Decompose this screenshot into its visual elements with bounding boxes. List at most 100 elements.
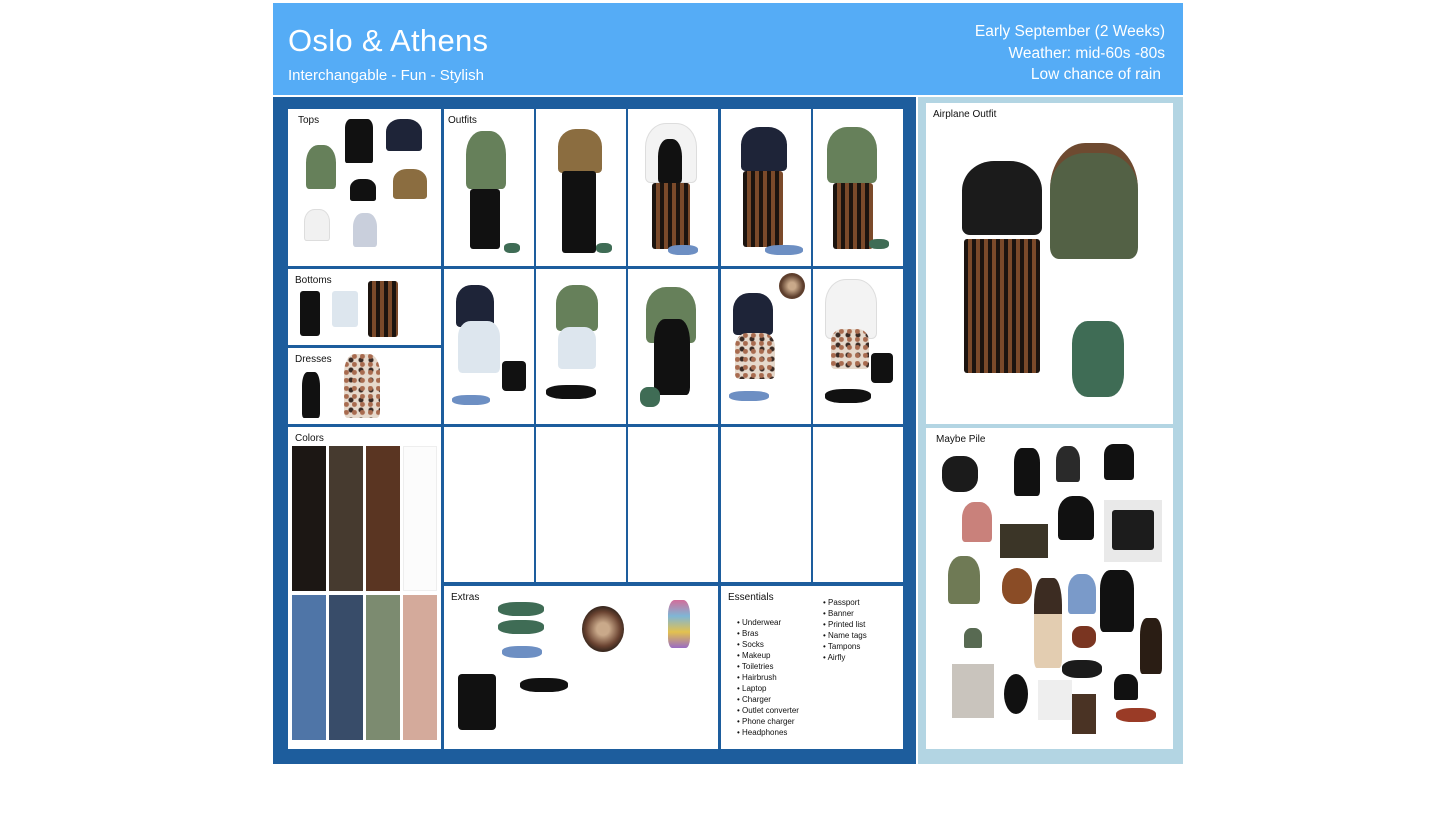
- outfit-card[interactable]: [628, 269, 718, 424]
- airplane-outfit-panel: Airplane Outfit: [926, 103, 1173, 424]
- floral-dress-item[interactable]: [344, 354, 380, 418]
- green-jacket-item[interactable]: [1050, 143, 1138, 259]
- trip-rain: Low chance of rain: [1030, 66, 1161, 83]
- black-tee-item[interactable]: [962, 161, 1042, 235]
- empty-outfit-slot[interactable]: [813, 427, 903, 582]
- sneaker-item: [596, 243, 612, 253]
- sneaker-item[interactable]: [498, 620, 544, 634]
- black-tank-item[interactable]: [345, 119, 373, 163]
- essentials-list-right: Passport Banner Printed list Name tags T…: [823, 597, 867, 663]
- empty-outfit-slot[interactable]: [628, 427, 718, 582]
- black-dress-item[interactable]: [1014, 448, 1040, 496]
- green-shirt-item[interactable]: [306, 145, 336, 189]
- essential-item: Hairbrush: [737, 672, 799, 683]
- black-pants-item: [562, 171, 596, 253]
- black-flats-item[interactable]: [520, 678, 568, 692]
- round-bag-item[interactable]: [1004, 674, 1028, 714]
- photo-item[interactable]: [1000, 524, 1048, 558]
- straw-hat-item[interactable]: [582, 606, 624, 652]
- black-vest-item[interactable]: [1056, 446, 1080, 482]
- red-flats-item[interactable]: [1116, 708, 1156, 722]
- color-swatch-4: [403, 446, 437, 591]
- outfit-card[interactable]: [813, 109, 903, 266]
- beige-pants-outfit-item[interactable]: [1034, 578, 1062, 668]
- swimsuit-item[interactable]: [668, 600, 690, 648]
- black-tee-item[interactable]: [350, 179, 376, 201]
- essential-item: Tampons: [823, 641, 867, 652]
- outfit-card[interactable]: [721, 269, 811, 424]
- crossbody-bag-item[interactable]: [942, 456, 978, 492]
- white-skirt-item: [458, 321, 500, 373]
- black-crop-top-item[interactable]: [1114, 674, 1138, 700]
- outfit-card[interactable]: [721, 109, 811, 266]
- basket-bag-item[interactable]: [1072, 626, 1096, 648]
- outfit-card[interactable]: [444, 269, 534, 424]
- trip-dates: Early September (2 Weeks): [974, 23, 1165, 40]
- dresses-panel: Dresses: [288, 348, 441, 424]
- striped-pants-item[interactable]: [368, 281, 398, 337]
- mini-skirt-item[interactable]: [1104, 500, 1162, 562]
- essential-item: Headphones: [737, 727, 799, 738]
- blue-sneaker-item: [729, 391, 769, 401]
- essentials-label: Essentials: [728, 592, 774, 603]
- outfit-card[interactable]: [628, 109, 718, 266]
- tops-label: Tops: [298, 115, 320, 126]
- striped-pants-item: [652, 183, 690, 249]
- colors-panel: Colors: [288, 427, 441, 749]
- essential-item: Laptop: [737, 683, 799, 694]
- empty-outfit-slot[interactable]: [444, 427, 534, 582]
- black-coat-item[interactable]: [1100, 570, 1134, 632]
- blue-shirt-item[interactable]: [1068, 574, 1096, 614]
- navy-cardigan-item[interactable]: [386, 119, 422, 151]
- lilac-top-item[interactable]: [353, 213, 377, 247]
- striped-pants-item[interactable]: [964, 239, 1040, 373]
- essential-item: Printed list: [823, 619, 867, 630]
- black-dress-item[interactable]: [302, 372, 320, 418]
- olive-shirt-item[interactable]: [948, 556, 980, 604]
- sneaker-item[interactable]: [498, 602, 544, 616]
- black-pants-item[interactable]: [300, 291, 320, 336]
- outfit-card[interactable]: Outfits: [444, 109, 534, 266]
- outfit-card[interactable]: [536, 269, 626, 424]
- striped-pants-item: [833, 183, 873, 249]
- mini-skirt-shape: [1112, 510, 1154, 550]
- empty-outfit-slot[interactable]: [721, 427, 811, 582]
- pink-blouse-item[interactable]: [962, 502, 992, 542]
- patterned-dress-item[interactable]: [1140, 618, 1162, 674]
- blue-sneaker-item: [765, 245, 803, 255]
- outfit-card[interactable]: [536, 109, 626, 266]
- tote-bag-item[interactable]: [458, 674, 496, 730]
- sneaker-item[interactable]: [1072, 321, 1124, 397]
- black-sandals-item[interactable]: [1062, 660, 1102, 678]
- empty-outfit-slot[interactable]: [536, 427, 626, 582]
- outfit-card[interactable]: [813, 269, 903, 424]
- color-swatch-7: [366, 595, 400, 740]
- essentials-panel: Essentials Underwear Bras Socks Makeup T…: [721, 586, 903, 749]
- navy-cardigan-item: [741, 127, 787, 171]
- extras-panel: Extras: [444, 586, 718, 749]
- print-shirt-item[interactable]: [393, 169, 427, 199]
- photo-item[interactable]: [1038, 680, 1072, 720]
- extras-label: Extras: [451, 592, 480, 603]
- white-skirt-item[interactable]: [332, 291, 358, 327]
- page-subtitle: Interchangable - Fun - Stylish: [288, 67, 484, 84]
- side-panel: Airplane Outfit Maybe Pile: [918, 97, 1183, 764]
- colors-label: Colors: [295, 433, 324, 444]
- essential-item: Charger: [737, 694, 799, 705]
- small-jacket-item[interactable]: [964, 628, 982, 648]
- floral-dress-item: [831, 329, 869, 369]
- photo-item[interactable]: [1072, 694, 1096, 734]
- trip-weather: Weather: mid-60s -80s: [1008, 44, 1166, 62]
- black-flats-item: [546, 385, 596, 399]
- white-shirt-item[interactable]: [304, 209, 330, 241]
- blue-sneaker-item[interactable]: [502, 646, 542, 658]
- blue-sneaker-item: [452, 395, 490, 405]
- black-skirt-item[interactable]: [1104, 444, 1134, 480]
- green-shirt-item: [556, 285, 598, 331]
- essential-item: Makeup: [737, 650, 799, 661]
- color-swatch-8: [403, 595, 437, 740]
- black-sweater-item[interactable]: [1058, 496, 1094, 540]
- photo-item[interactable]: [952, 664, 994, 718]
- tops-panel: Tops: [288, 109, 441, 266]
- leather-bag-item[interactable]: [1002, 568, 1032, 604]
